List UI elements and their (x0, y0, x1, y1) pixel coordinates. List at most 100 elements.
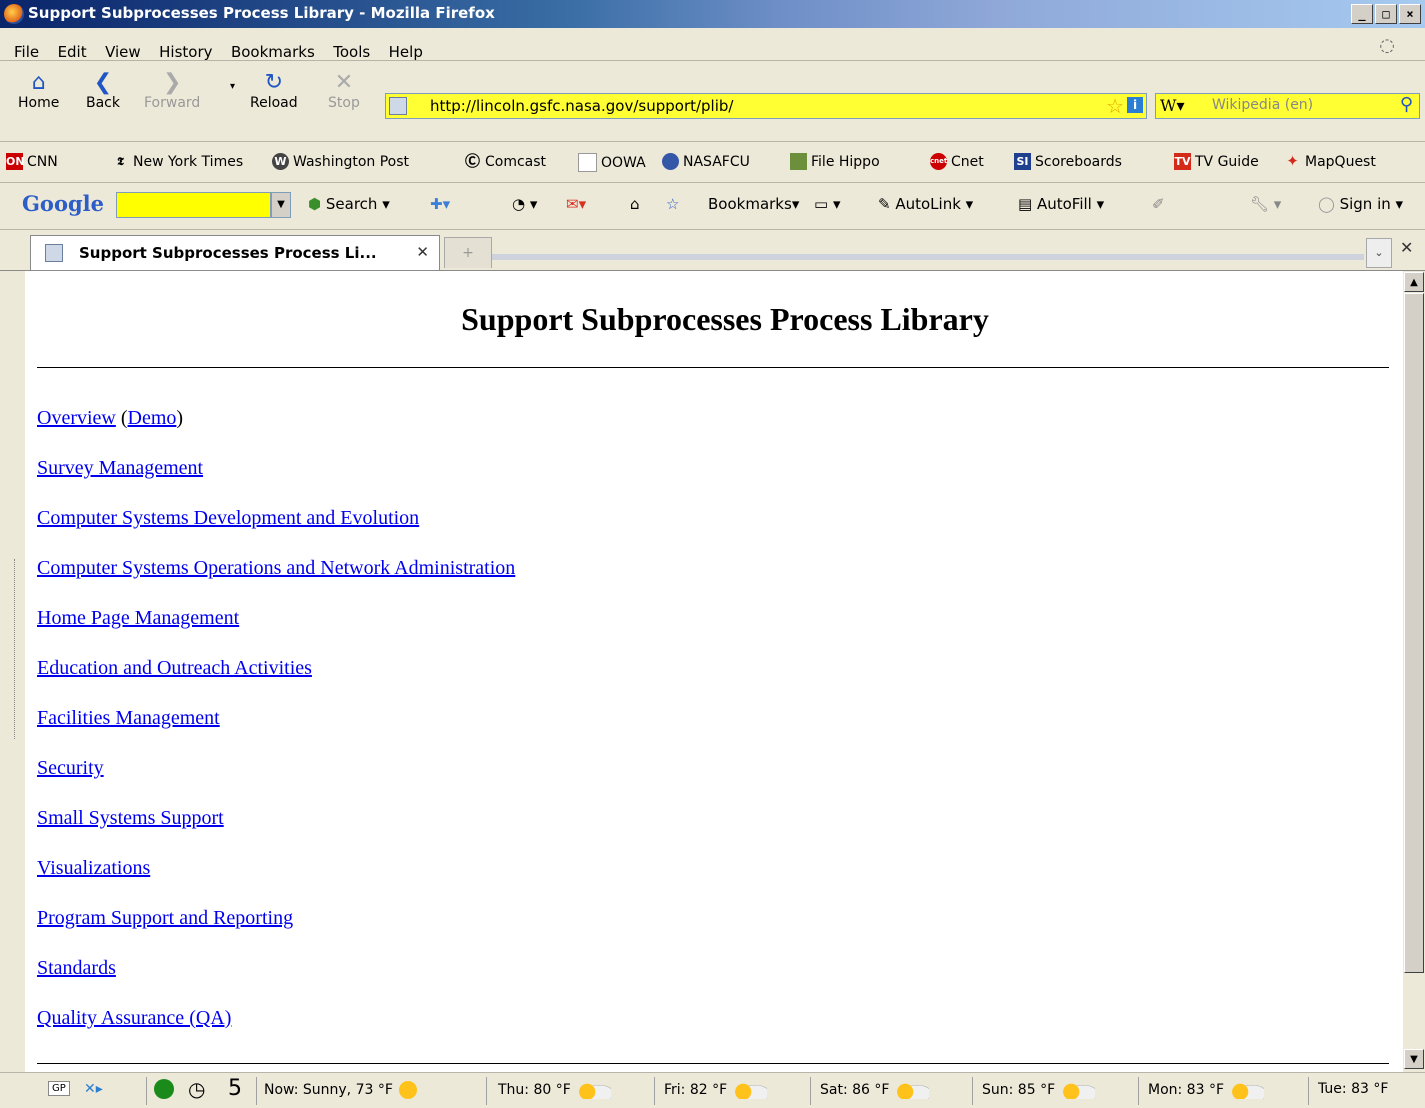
tab-active[interactable]: Support Subprocesses Process Li... ✕ (30, 235, 440, 270)
security-link[interactable]: Security (37, 757, 104, 779)
bookmark-star-icon[interactable]: ☆ (1106, 94, 1124, 118)
bookmark-cnn[interactable]: ON CNN (6, 153, 58, 170)
scroll-thumb[interactable] (1404, 293, 1424, 973)
autofill-button[interactable]: ▤ AutoFill ▾ (1018, 195, 1104, 213)
menu-view[interactable]: View (105, 28, 141, 61)
quality-assurance-link[interactable]: Quality Assurance (QA) (37, 1007, 231, 1029)
search-box[interactable]: W▾ Wikipedia (en) ⚲ (1155, 93, 1420, 119)
google-search-input[interactable] (116, 192, 271, 218)
bookmark-comcast[interactable]: Ⓒ Comcast (464, 153, 546, 170)
survey-management-link[interactable]: Survey Management (37, 457, 203, 479)
weather-fri[interactable]: Fri: 82 °F (664, 1081, 768, 1099)
computer-systems-operations-link[interactable]: Computer Systems Operations and Network … (37, 557, 515, 579)
bookmark-nasafcu[interactable]: NASAFCU (662, 153, 750, 170)
window-controls: _ □ × (1351, 4, 1421, 24)
bookmark-mapquest[interactable]: ✦ MapQuest (1284, 153, 1376, 170)
weather-tue[interactable]: Tue: 83 °F (1318, 1081, 1388, 1097)
home-page-management-link[interactable]: Home Page Management (37, 607, 239, 629)
sign-in-button[interactable]: ◯ Sign in ▾ (1318, 195, 1403, 213)
new-tab-button[interactable]: + (444, 237, 492, 268)
clock-icon[interactable]: ◷ (188, 1077, 205, 1101)
title-bar: Support Subprocesses Process Library - M… (0, 0, 1425, 28)
menu-history[interactable]: History (159, 28, 212, 61)
settings-wrench-icon[interactable]: 🔧︎ ▾ (1250, 195, 1281, 213)
overview-link[interactable]: Overview (37, 407, 116, 429)
tab-favicon-icon (45, 244, 63, 262)
partly-cloudy-icon (895, 1081, 930, 1099)
bookmark-nyt[interactable]: 𝕿 New York Times (112, 153, 243, 170)
forward-button[interactable]: ❯ Forward (144, 70, 200, 112)
bookmark-file-hippo[interactable]: File Hippo (790, 153, 880, 170)
menu-file[interactable]: File (14, 28, 39, 61)
back-label: Back (86, 95, 120, 111)
facilities-management-link[interactable]: Facilities Management (37, 707, 220, 729)
education-outreach-link[interactable]: Education and Outreach Activities (37, 657, 312, 679)
google-search-icon: ⬢ (308, 195, 322, 213)
google-plus-icon[interactable]: ✚▾ (430, 195, 450, 213)
close-tab-icon[interactable]: ✕ (1400, 238, 1413, 257)
menu-edit[interactable]: Edit (58, 28, 87, 61)
demo-link[interactable]: Demo (128, 407, 177, 429)
vertical-scrollbar[interactable]: ▲ ▼ (1403, 271, 1425, 1072)
weather-sun[interactable]: Sun: 85 °F (982, 1081, 1096, 1099)
history-dropdown-icon[interactable]: ▾ (230, 81, 235, 92)
bottom-divider (37, 1063, 1389, 1064)
google-search-dropdown[interactable]: ▼ (271, 192, 291, 218)
home-button[interactable]: ⌂ Home (18, 71, 59, 112)
url-bar[interactable]: http://lincoln.gsfc.nasa.gov/support/pli… (385, 93, 1147, 119)
star-icon[interactable]: ☆ (666, 195, 679, 213)
status-green-icon[interactable] (154, 1079, 174, 1099)
google-bookmarks-button[interactable]: Bookmarks▾ (708, 195, 799, 213)
site-info-icon[interactable]: i (1127, 97, 1143, 113)
highlight-icon[interactable]: ✐ (1152, 195, 1165, 213)
tab-close-icon[interactable]: ✕ (416, 243, 429, 261)
computer-systems-development-link[interactable]: Computer Systems Development and Evoluti… (37, 507, 419, 529)
bookmarks-toolbar: ON CNN 𝕿 New York Times W Washington Post Ⓒ… (0, 142, 1425, 183)
comcast-icon: Ⓒ (464, 152, 480, 170)
google-logo: Google (22, 191, 104, 216)
menu-help[interactable]: Help (389, 28, 423, 61)
scroll-up-button[interactable]: ▲ (1404, 272, 1424, 292)
gmail-icon[interactable]: ✉▾ (566, 195, 586, 213)
visualizations-link[interactable]: Visualizations (37, 857, 150, 879)
tab-list-button[interactable]: ⌄ (1366, 238, 1392, 268)
gp-badge[interactable]: GP (48, 1081, 70, 1096)
standards-link[interactable]: Standards (37, 957, 116, 979)
program-support-reporting-link[interactable]: Program Support and Reporting (37, 907, 293, 929)
google-search-button[interactable]: ⬢ Search ▾ (308, 195, 390, 213)
news-icon[interactable]: ◔ ▾ (512, 195, 537, 213)
weather-sat[interactable]: Sat: 86 °F (820, 1081, 930, 1099)
minimize-button[interactable]: _ (1351, 4, 1373, 24)
forward-arrow-icon: ❯ (162, 70, 182, 95)
list-item: Small Systems Support (37, 807, 224, 830)
reload-button[interactable]: ↻ Reload (250, 71, 298, 112)
menu-bookmarks[interactable]: Bookmarks (231, 28, 315, 61)
search-icon[interactable]: ⚲ (1400, 94, 1413, 115)
weather-now[interactable]: Now: Sunny, 73 °F (264, 1081, 417, 1099)
back-button[interactable]: ❮ Back (86, 71, 120, 112)
status-separator (486, 1077, 487, 1105)
list-item: Program Support and Reporting (37, 907, 293, 930)
close-window-button[interactable]: × (1399, 4, 1421, 24)
wikipedia-icon[interactable]: W▾ (1160, 96, 1184, 115)
scroll-down-button[interactable]: ▼ (1404, 1049, 1424, 1069)
list-item: Education and Outreach Activities (37, 657, 312, 680)
stop-button[interactable]: ✕ Stop (328, 71, 360, 112)
bookmark-washington-post[interactable]: W Washington Post (272, 153, 409, 170)
extension-icon[interactable]: ✕▸ (84, 1081, 103, 1097)
sidebar-splitter[interactable] (0, 271, 25, 1072)
weather-thu[interactable]: Thu: 80 °F (498, 1081, 611, 1099)
popup-blocker-icon[interactable]: ▭ ▾ (814, 195, 840, 213)
bookmark-label: OOWA (601, 154, 646, 171)
maximize-button[interactable]: □ (1375, 4, 1397, 24)
small-systems-support-link[interactable]: Small Systems Support (37, 807, 224, 829)
autolink-button[interactable]: ✎ AutoLink ▾ (878, 195, 973, 213)
weather-mon[interactable]: Mon: 83 °F (1148, 1081, 1265, 1099)
share-icon[interactable]: ⌂ (630, 195, 640, 213)
bookmark-scoreboards[interactable]: SI Scoreboards (1014, 153, 1122, 170)
bookmark-tv-guide[interactable]: TV TV Guide (1174, 153, 1259, 170)
menu-tools[interactable]: Tools (333, 28, 370, 61)
partly-cloudy-icon (733, 1081, 768, 1099)
bookmark-oowa[interactable]: OOWA (578, 153, 646, 172)
bookmark-cnet[interactable]: cnet Cnet (930, 153, 984, 170)
